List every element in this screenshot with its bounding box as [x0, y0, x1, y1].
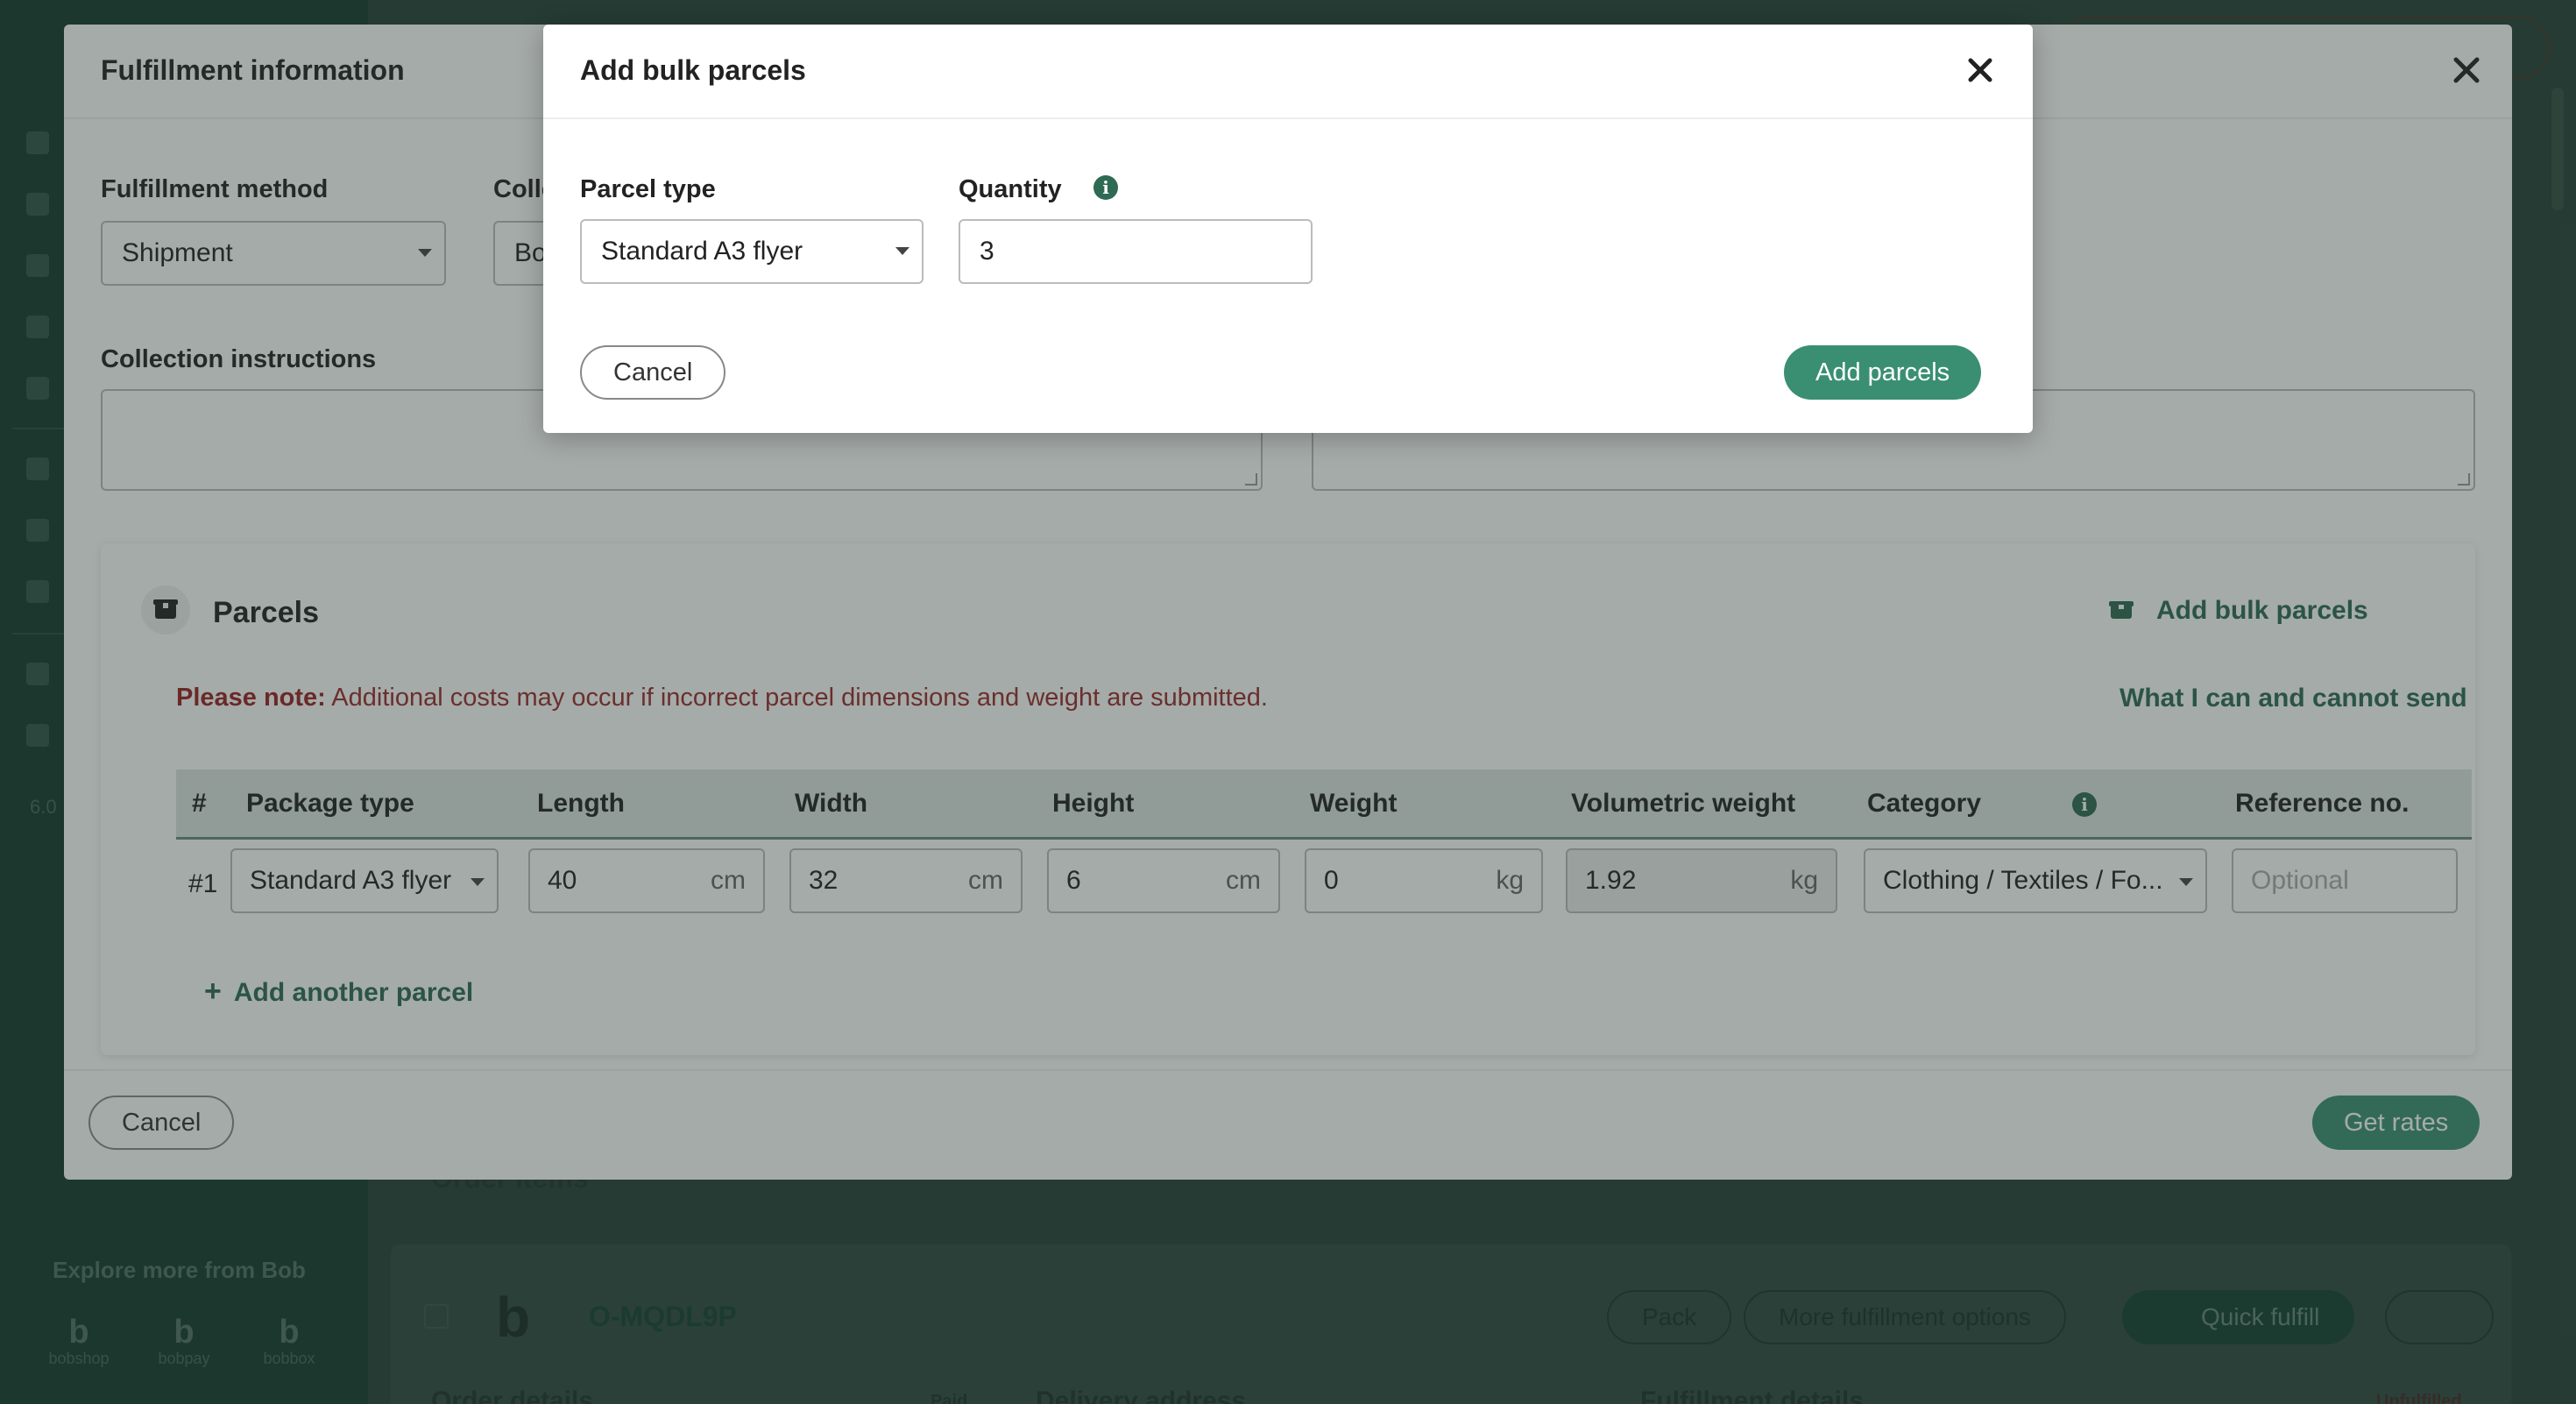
info-icon[interactable]: i [1093, 175, 1118, 200]
quantity-label: Quantity [959, 175, 1062, 203]
parcel-type-label: Parcel type [580, 175, 716, 203]
add-parcels-button[interactable]: Add parcels [1784, 345, 1982, 400]
quantity-input[interactable]: 3 [959, 219, 1313, 284]
parcel-type-select[interactable]: Standard A3 flyer [580, 219, 924, 284]
bulk-cancel-button[interactable]: Cancel [580, 345, 726, 400]
parcel-type-value: Standard A3 flyer [601, 237, 803, 266]
bulk-parcels-modal-title: Add bulk parcels [580, 54, 806, 86]
bulk-parcels-modal: Add bulk parcels Parcel type Standard A3… [543, 25, 2033, 433]
bulk-parcels-modal-header: Add bulk parcels [543, 25, 2033, 119]
chevron-down-icon [895, 247, 909, 255]
quantity-value: 3 [980, 237, 994, 266]
close-icon[interactable] [1963, 53, 1998, 88]
